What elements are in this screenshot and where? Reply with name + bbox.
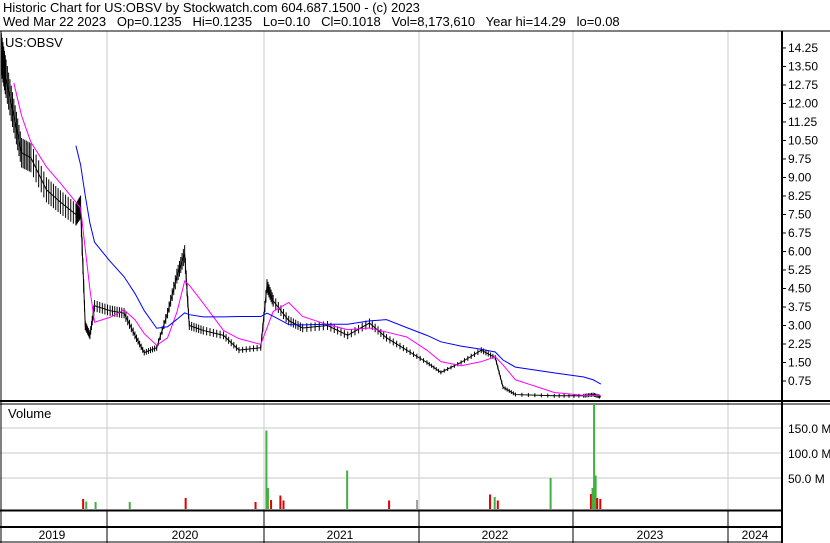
year-label: 2022 — [482, 528, 509, 542]
price-tick-label: 6.75 — [788, 226, 812, 240]
year-label: 2020 — [172, 528, 199, 542]
volume-bar — [549, 478, 552, 509]
year-label: 2021 — [327, 528, 354, 542]
year-label: 2019 — [39, 528, 66, 542]
price-tick-label: 8.25 — [788, 189, 812, 203]
price-tick-label: 10.50 — [788, 133, 818, 147]
price-tick-label: 3.00 — [788, 318, 812, 332]
volume-bar — [82, 499, 85, 509]
price-tick-label: 7.50 — [788, 207, 812, 221]
price-tick-label: 0.75 — [788, 374, 812, 388]
volume-tick-label: 100.0 M — [788, 447, 830, 461]
price-tick-label: 5.25 — [788, 263, 812, 277]
volume-bar — [496, 500, 499, 509]
price-tick-label: 4.50 — [788, 281, 812, 295]
year-label: 2024 — [742, 528, 769, 542]
volume-bar — [489, 494, 492, 509]
price-tick-label: 13.50 — [788, 59, 818, 73]
price-tick-label: 12.00 — [788, 96, 818, 110]
volume-bar — [416, 500, 419, 509]
chart-canvas: 14.25 13.50 12.75 12.00 11.25 10.50 9.75 9.00 8.… — [0, 30, 830, 543]
volume-bar — [184, 498, 187, 509]
short-ma-line — [13, 82, 601, 397]
year-label: 2023 — [637, 528, 664, 542]
volume-bar — [254, 502, 257, 509]
volume-bar — [493, 497, 496, 509]
volume-bar — [596, 498, 599, 509]
volume-bar — [266, 488, 269, 509]
volume-bar — [388, 500, 391, 509]
price-tick-label: 12.75 — [788, 78, 818, 92]
volume-bar — [599, 499, 602, 509]
price-tick-label: 1.50 — [788, 355, 812, 369]
volume-tick-label: 50.0 M — [788, 472, 825, 486]
price-tick-label: 2.25 — [788, 337, 812, 351]
volume-bar — [128, 502, 131, 509]
price-tick-label: 14.25 — [788, 41, 818, 55]
volume-tick-label: 150.0 M — [788, 422, 830, 436]
volume-bar — [270, 500, 273, 509]
volume-bar — [85, 501, 88, 509]
volume-bar — [282, 500, 285, 509]
price-tick-label: 9.75 — [788, 152, 812, 166]
price-tick-label: 11.25 — [788, 115, 817, 129]
price-tick-label: 6.00 — [788, 244, 812, 258]
stock-chart: Historic Chart for US:OBSV by Stockwatch… — [0, 0, 830, 543]
price-line — [0, 54, 602, 398]
price-tick-label: 9.00 — [788, 170, 812, 184]
volume-bar — [346, 470, 349, 509]
price-tick-label: 3.75 — [788, 300, 812, 314]
volume-bar — [279, 495, 282, 509]
volume-bar — [94, 502, 97, 509]
